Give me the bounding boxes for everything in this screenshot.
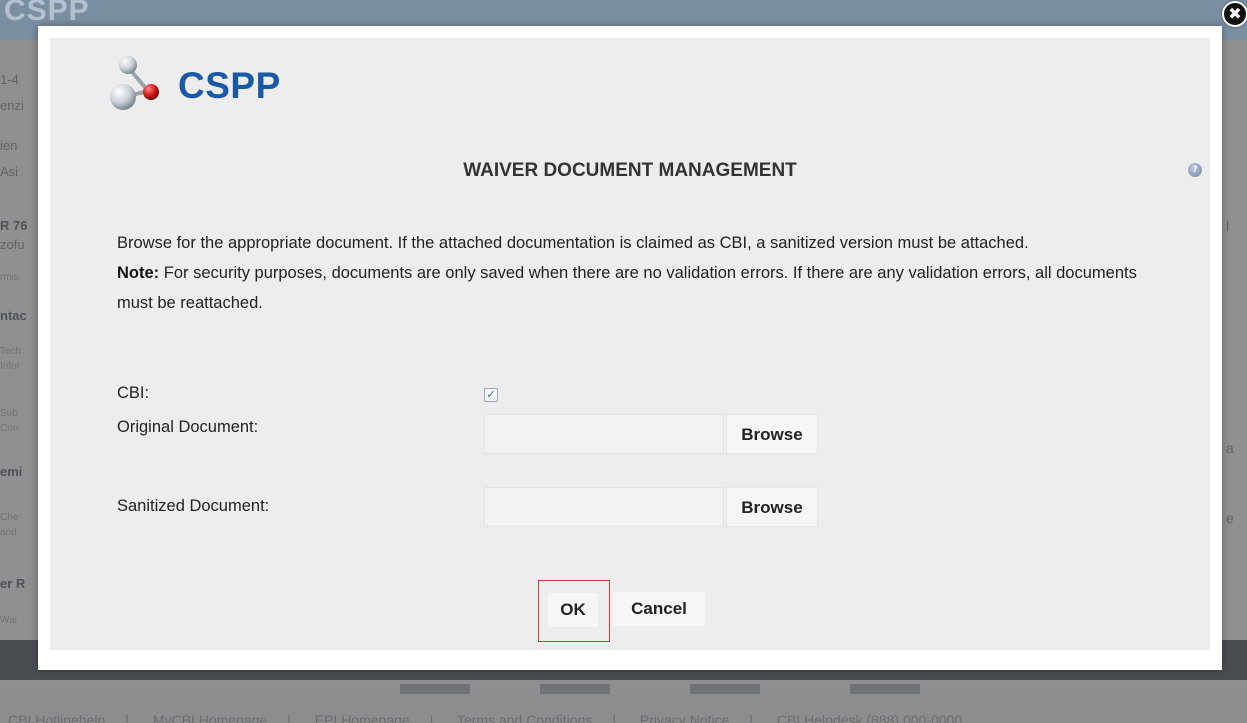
sanitized-document-label: Sanitized Document: [117,497,270,515]
instructions-text: Browse for the appropriate document. If … [117,228,1177,318]
background-button [400,684,470,694]
sidebar-fragment: enzi [0,98,24,113]
footer-link[interactable]: CBI Hotlinehelp [8,712,105,723]
sidebar-fragment: ntac [0,308,27,323]
sanitized-browse-button[interactable]: Browse [726,487,818,527]
sidebar-fragment: ien [0,138,18,153]
sidebar-fragment: rmis [0,272,19,283]
sidebar-fragment: Infor [0,361,21,372]
sidebar-fragment: Sub [0,408,18,419]
footer-link[interactable]: MyCBI Homepage [153,712,267,723]
background-logo: CSPP [4,0,90,27]
sidebar-fragment: Tech [0,346,22,357]
cbi-label: CBI: [117,384,150,402]
sidebar-fragment: and [0,527,17,538]
footer-link[interactable]: EPI Homepage [315,712,410,723]
note-label: Note: [117,264,160,282]
sidebar-fragment: zofu [0,237,25,252]
sidebar-fragment: er R [0,576,26,591]
background-right-edge: l a e [1222,40,1247,640]
logo-text: CSPP [178,65,281,106]
dialog-body [50,38,1210,650]
original-document-label: Original Document: [117,418,259,436]
ok-button-label: OK [548,593,598,627]
background-button [540,684,610,694]
background-button [850,684,920,694]
sidebar-fragment: emi [0,464,23,479]
sidebar-fragment: 1-4 [0,72,19,87]
right-fragment: a [1226,440,1234,456]
sidebar-fragment: Che [0,512,19,523]
sidebar-fragment: Wai [0,615,17,626]
molecule-icon [110,56,159,110]
sidebar-fragment: Asi [0,164,19,179]
close-icon[interactable]: ✖ [1222,1,1247,27]
note-text: For security purposes, documents are onl… [117,264,1137,312]
footer-link[interactable]: Privacy Notice [640,712,729,723]
footer-link[interactable]: CBI Helpdesk (888) 000-0000 [777,712,962,723]
footer-links: CBI Hotlinehelp | MyCBI Homepage | EPI Hom… [8,712,982,723]
original-document-input[interactable] [484,414,724,454]
sidebar-fragment: R 76 [0,218,28,233]
background-sidebar: 1-4 enzi ien Asi R 76 zofu rmis ntac Tec… [0,40,38,640]
cbi-checkbox[interactable]: ✓ [484,388,498,402]
dialog-title: WAIVER DOCUMENT MANAGEMENT [463,160,797,181]
footer-link[interactable]: Terms and Conditions [457,712,592,723]
ok-button[interactable]: OK [538,580,610,642]
instructions-paragraph: Browse for the appropriate document. If … [117,234,1029,252]
cancel-button[interactable]: Cancel [613,592,705,626]
sanitized-document-input[interactable] [484,487,724,527]
note-paragraph: Note: For security purposes, documents a… [117,258,1177,318]
original-browse-button[interactable]: Browse [726,414,818,454]
waiver-document-dialog [38,26,1222,670]
right-fragment: e [1226,510,1234,526]
sidebar-fragment: Con [0,423,19,434]
background-button [690,684,760,694]
right-fragment: l [1226,218,1230,234]
